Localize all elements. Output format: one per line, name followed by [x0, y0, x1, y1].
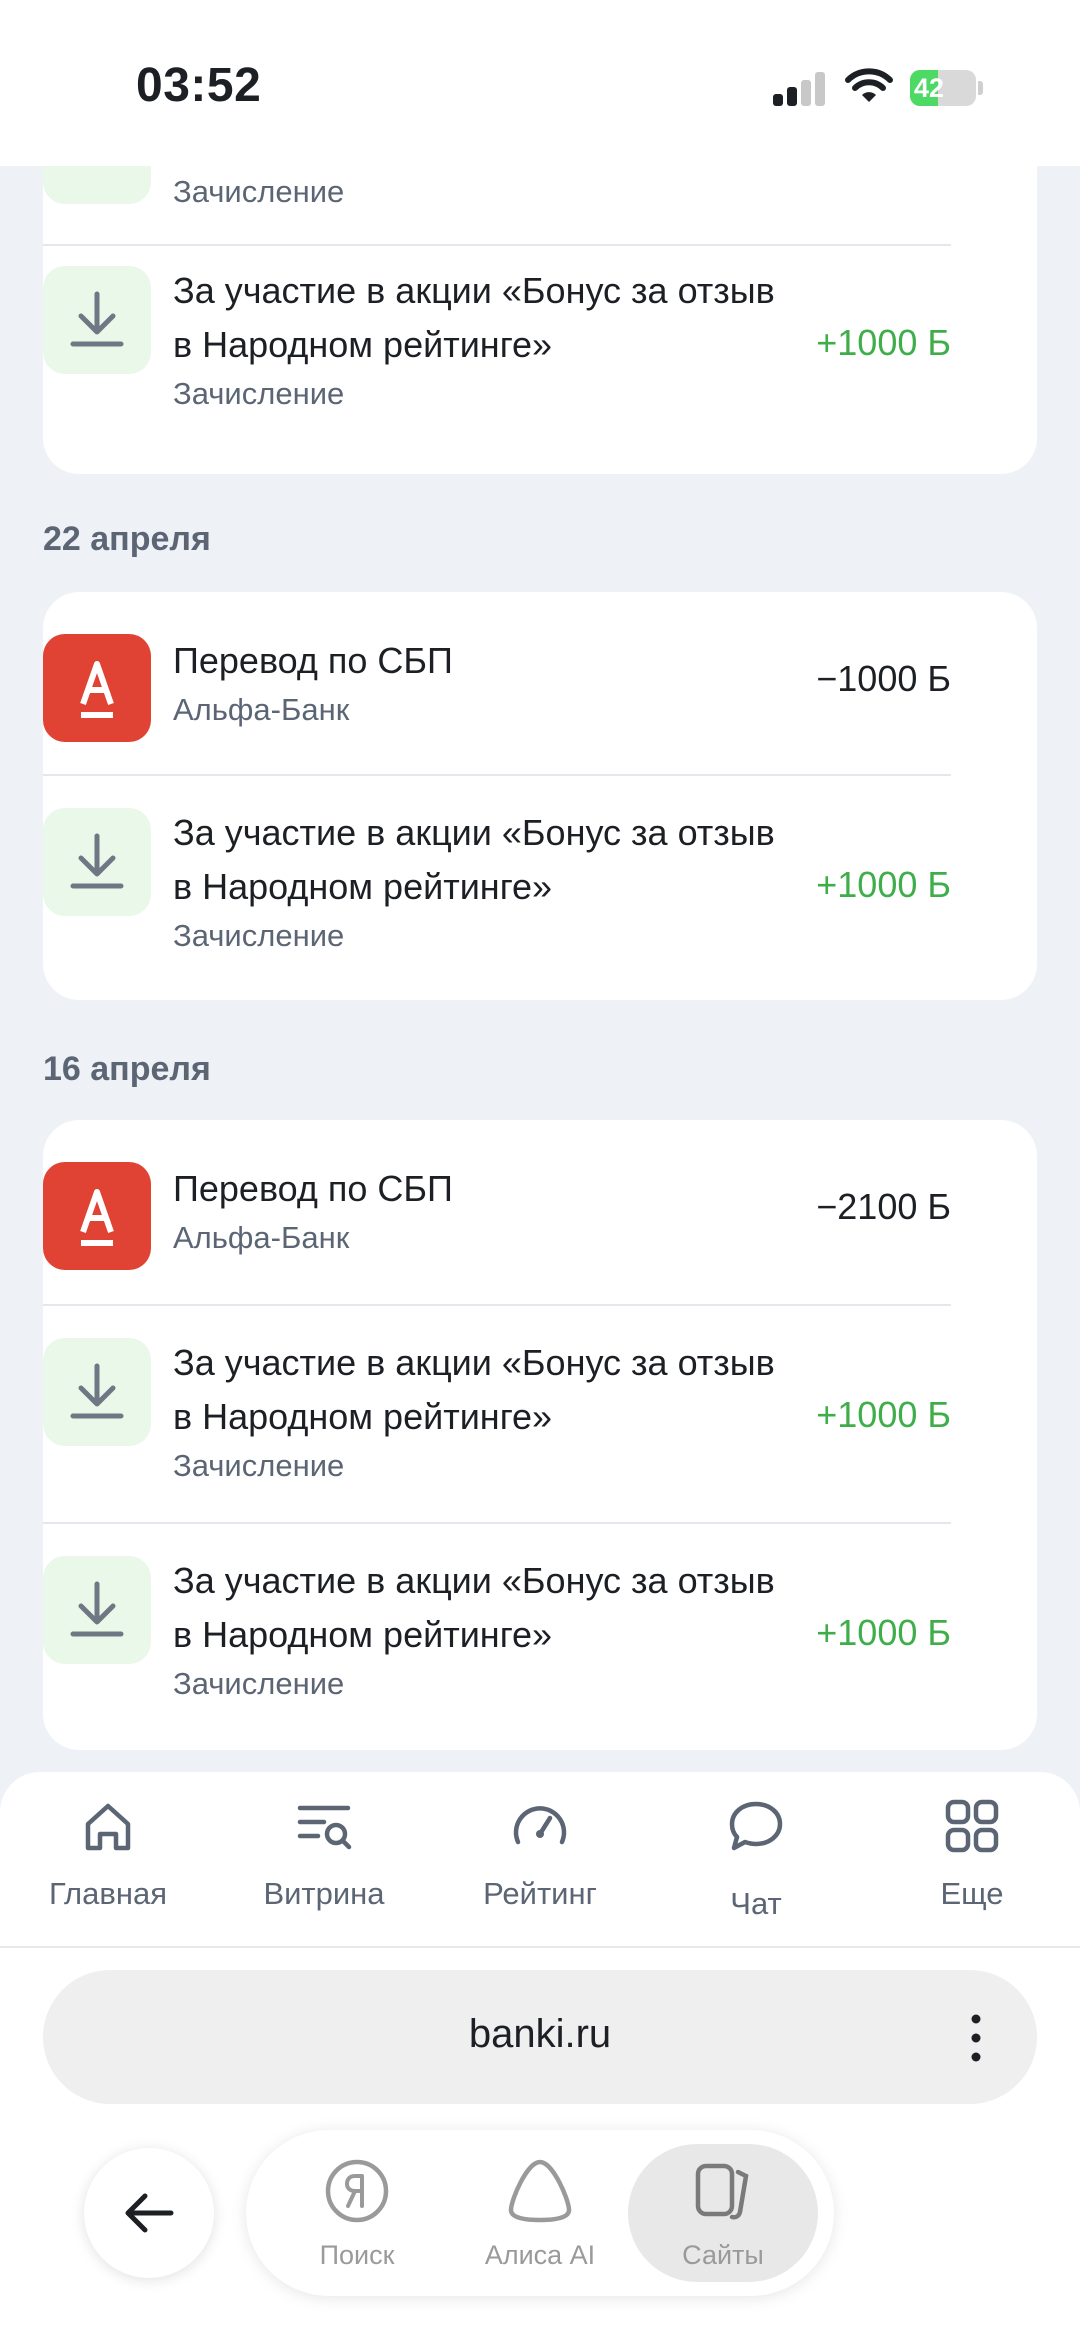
item-title: Перевод по СБП — [173, 1168, 453, 1209]
tab-showcase[interactable]: Витрина — [234, 1772, 414, 1946]
battery-indicator: 42 — [910, 70, 984, 106]
item-title: За участие в акции «Бонус за отзыв в Нар… — [173, 1342, 775, 1437]
more-vertical-icon[interactable] — [971, 2014, 981, 2062]
list-item[interactable]: За участие в акции «Бонус за отзыв в Нар… — [43, 808, 951, 953]
transactions-feed[interactable]: Зачисление За участие в акции «Бонус за … — [0, 166, 1080, 1786]
tab-label: Рейтинг — [483, 1876, 597, 1911]
list-item[interactable]: За участие в акции «Бонус за отзыв в Нар… — [43, 1556, 951, 1701]
date-header: 16 апреля — [43, 1050, 211, 1088]
item-title: Перевод по СБП — [173, 640, 453, 681]
bonus-download-icon — [43, 166, 151, 204]
list-item[interactable]: За участие в акции «Бонус за отзыв в Нар… — [43, 266, 951, 411]
speedometer-icon — [513, 1806, 567, 1845]
tab-more[interactable]: Еще — [882, 1772, 1062, 1946]
back-button[interactable] — [84, 2148, 214, 2278]
item-amount: −1000 Б — [816, 658, 951, 699]
item-subtitle: Зачисление — [173, 376, 345, 411]
status-bar: 03:52 42 — [0, 0, 1080, 166]
tab-rating[interactable]: Рейтинг — [450, 1772, 630, 1946]
tab-label: Главная — [49, 1876, 167, 1911]
bonus-download-icon — [43, 808, 151, 916]
list-item[interactable]: Перевод по СБП Альфа-Банк −2100 Б — [43, 1162, 951, 1270]
tab-label: Чат — [730, 1886, 782, 1921]
battery-percent: 42 — [914, 73, 945, 103]
item-subtitle: Альфа-Банк — [173, 692, 350, 727]
search-button[interactable]: Поиск — [262, 2144, 452, 2282]
browser-bar: banki.ru Поиск Алиса AI Сайты — [0, 1946, 1080, 2348]
tabs-icon — [695, 2163, 749, 2220]
nav-label: Сайты — [682, 2240, 764, 2270]
nav-label: Алиса AI — [484, 2240, 596, 2270]
item-subtitle: Зачисление — [173, 1666, 345, 1701]
bonus-download-icon — [43, 1338, 151, 1446]
app-tab-bar: Главная Витрина Рейтинг Чат Еще — [0, 1772, 1080, 1946]
list-item[interactable]: Перевод по СБП Альфа-Банк −1000 Б — [43, 634, 951, 742]
alfa-bank-logo — [43, 634, 151, 742]
item-title: За участие в акции «Бонус за отзыв в Нар… — [173, 812, 775, 907]
alfa-bank-logo — [43, 1162, 151, 1270]
chat-bubble-icon — [729, 1801, 783, 1851]
item-subtitle: Альфа-Банк — [173, 1220, 350, 1255]
bonus-download-icon — [43, 266, 151, 374]
date-header: 22 апреля — [43, 520, 211, 558]
grid-icon — [945, 1799, 999, 1853]
item-subtitle: Зачисление — [173, 174, 345, 209]
status-time: 03:52 — [136, 59, 262, 112]
arrow-left-icon — [125, 2193, 174, 2233]
tab-label: Витрина — [263, 1876, 385, 1911]
item-amount: +1000 Б — [816, 322, 951, 363]
item-subtitle: Зачисление — [173, 1448, 345, 1483]
bonus-download-icon — [43, 1556, 151, 1664]
item-title: За участие в акции «Бонус за отзыв в Нар… — [173, 270, 775, 365]
alice-icon — [508, 2159, 572, 2223]
item-subtitle: Зачисление — [173, 918, 345, 953]
item-amount: +1000 Б — [816, 864, 951, 905]
url-text: banki.ru — [468, 2012, 612, 2056]
list-item[interactable]: Зачисление — [43, 166, 951, 236]
browser-nav-pill: Поиск Алиса AI Сайты — [246, 2130, 834, 2296]
showcase-search-icon — [297, 1805, 352, 1850]
home-icon — [85, 1803, 131, 1851]
list-item[interactable]: За участие в акции «Бонус за отзыв в Нар… — [43, 1338, 951, 1483]
tab-chat[interactable]: Чат — [666, 1772, 846, 1946]
alice-button[interactable]: Алиса AI — [445, 2144, 635, 2282]
item-amount: +1000 Б — [816, 1612, 951, 1653]
item-amount: −2100 Б — [816, 1186, 951, 1227]
tab-home[interactable]: Главная — [18, 1772, 198, 1946]
yandex-search-icon — [325, 2159, 389, 2223]
tab-label: Еще — [940, 1876, 1004, 1911]
sites-button[interactable]: Сайты — [628, 2144, 818, 2282]
nav-label: Поиск — [319, 2240, 395, 2270]
address-bar[interactable]: banki.ru — [43, 1970, 1037, 2104]
cellular-signal-icon — [773, 72, 825, 106]
item-amount: +1000 Б — [816, 1394, 951, 1435]
item-title: За участие в акции «Бонус за отзыв в Нар… — [173, 1560, 775, 1655]
wifi-icon — [845, 68, 893, 102]
